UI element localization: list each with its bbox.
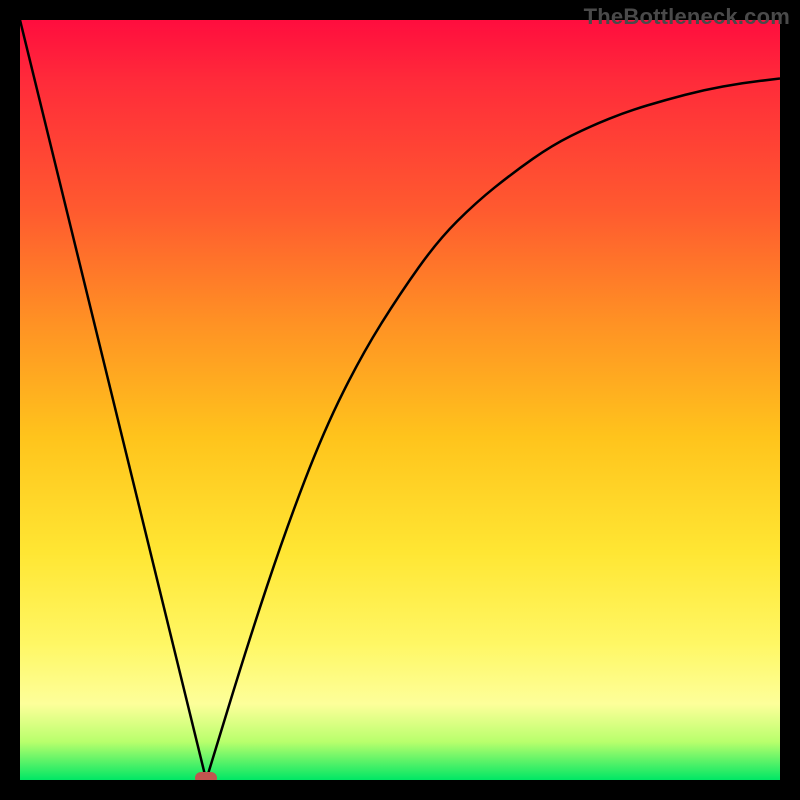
curve-layer (20, 20, 780, 780)
chart-frame: TheBottleneck.com (0, 0, 800, 800)
dip-marker (195, 772, 217, 780)
plot-area (20, 20, 780, 780)
right-rising-curve (206, 79, 780, 780)
watermark-text: TheBottleneck.com (584, 4, 790, 30)
left-falling-line (20, 20, 206, 780)
